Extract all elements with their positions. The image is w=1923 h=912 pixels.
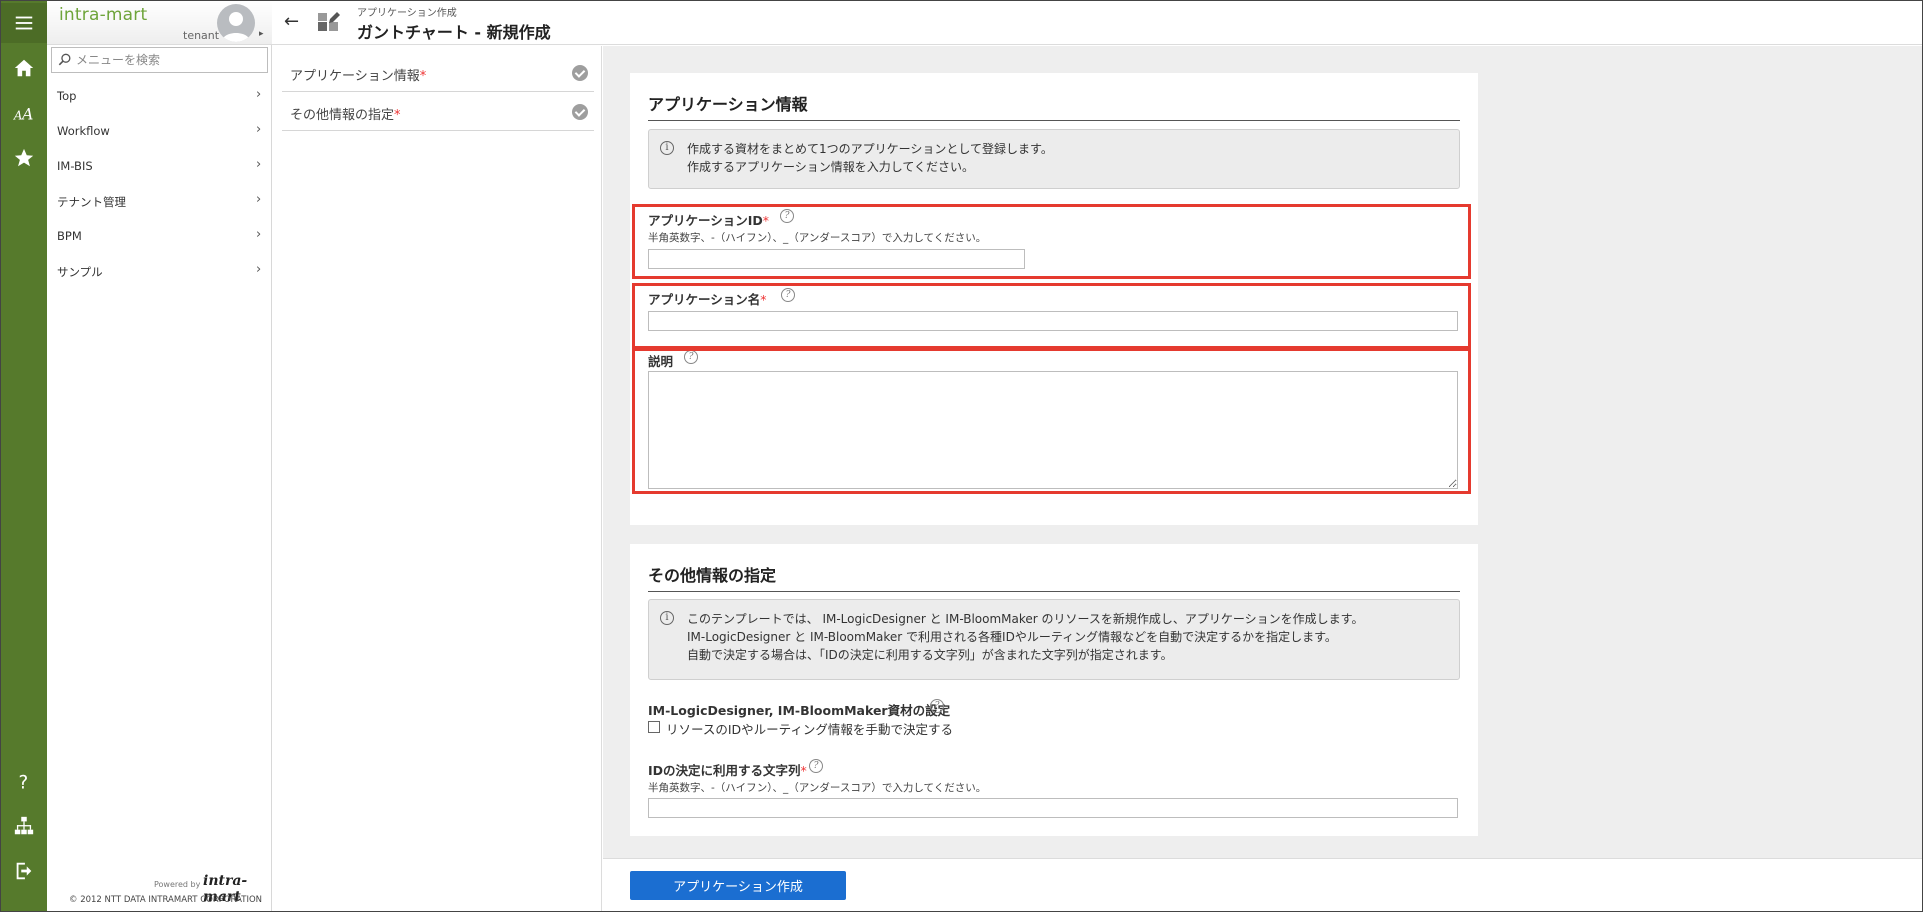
app-id-label: アプリケーションID*: [648, 213, 770, 228]
step-app-info[interactable]: アプリケーション情報*: [282, 54, 594, 92]
action-footer: アプリケーション作成: [603, 858, 1922, 911]
step-other-info[interactable]: その他情報の指定*: [282, 93, 594, 131]
help-icon[interactable]: ?: [930, 699, 944, 713]
star-icon[interactable]: [1, 138, 47, 178]
chevron-right-icon: ›: [256, 227, 262, 242]
step-label: その他情報の指定*: [290, 108, 401, 123]
brand-bar: intra-mart tenant ▸: [47, 1, 272, 45]
avatar[interactable]: [217, 4, 255, 42]
description-label: 説明: [648, 354, 674, 369]
resource-settings-label: IM-LogicDesigner, IM-BloomMaker資材の設定: [648, 703, 951, 718]
menu-item-label: Workflow: [57, 124, 110, 138]
menu-item-label: サンプル: [57, 265, 103, 279]
step-label: アプリケーション情報*: [290, 69, 427, 84]
other-info-card: その他情報の指定 i このテンプレートでは、 IM-LogicDesigner …: [630, 544, 1478, 836]
section-title: その他情報の指定: [648, 562, 1460, 592]
menu-icon[interactable]: [1, 3, 47, 43]
info-icon: i: [660, 611, 674, 625]
menu-sidebar: intra-mart tenant ▸ Top › Workflow › IM-…: [47, 1, 272, 911]
svg-text:A: A: [20, 105, 33, 123]
create-application-button[interactable]: アプリケーション作成: [630, 871, 846, 900]
menu-search: [51, 47, 268, 73]
info-box: i 作成する資材をまとめて1つのアプリケーションとして登録します。 作成するアプ…: [648, 129, 1460, 189]
help-icon[interactable]: ?: [1, 761, 47, 801]
back-arrow-icon[interactable]: ←: [284, 11, 299, 32]
help-icon[interactable]: ?: [781, 288, 795, 302]
menu-item-im-bis[interactable]: IM-BIS ›: [47, 149, 272, 183]
id-string-hint: 半角英数字、-（ハイフン）、_（アンダースコア）で入力してください。: [648, 782, 987, 794]
app-name-label: アプリケーション名*: [648, 292, 767, 307]
logout-icon[interactable]: [1, 851, 47, 891]
page-header: ← アプリケーション作成 ガントチャート - 新規作成: [272, 1, 1922, 45]
section-title: アプリケーション情報: [648, 91, 1460, 121]
help-icon[interactable]: ?: [684, 350, 698, 364]
page-title: ガントチャート - 新規作成: [357, 23, 551, 42]
id-string-label: IDの決定に利用する文字列*: [648, 763, 807, 778]
brand-logo: intra-mart: [59, 5, 148, 25]
menu-item-label: テナント管理: [57, 195, 126, 209]
help-icon[interactable]: ?: [780, 209, 794, 223]
menu-search-input[interactable]: [76, 50, 261, 70]
app-builder-icon: [318, 12, 340, 31]
menu-item-label: BPM: [57, 229, 82, 243]
powered-by-label: Powered by: [154, 880, 201, 889]
svg-text:A: A: [13, 108, 23, 122]
main-content: アプリケーション情報 i 作成する資材をまとめて1つのアプリケーションとして登録…: [603, 46, 1922, 858]
description-textarea[interactable]: [648, 371, 1458, 489]
menu-item-label: Top: [57, 89, 77, 103]
info-box: i このテンプレートでは、 IM-LogicDesigner と IM-Bloo…: [648, 599, 1460, 680]
app-frame: AA ? intra-mart tenant ▸ Top: [0, 0, 1923, 912]
app-info-card: アプリケーション情報 i 作成する資材をまとめて1つのアプリケーションとして登録…: [630, 73, 1478, 525]
check-circle-icon: [572, 104, 588, 120]
user-menu-caret-icon[interactable]: ▸: [259, 29, 264, 39]
menu-item-top[interactable]: Top ›: [47, 79, 272, 113]
app-id-input[interactable]: [648, 249, 1025, 269]
menu-item-bpm[interactable]: BPM ›: [47, 219, 272, 253]
chevron-right-icon: ›: [256, 122, 262, 137]
menu-item-tenant-admin[interactable]: テナント管理 ›: [47, 184, 272, 218]
chevron-right-icon: ›: [256, 192, 262, 207]
info-text: 作成する資材をまとめて1つのアプリケーションとして登録します。 作成するアプリケ…: [687, 142, 1053, 174]
copyright-text: © 2012 NTT DATA INTRAMART CORPORATION: [69, 895, 263, 905]
svg-text:?: ?: [19, 772, 29, 792]
breadcrumb: アプリケーション作成: [357, 8, 457, 19]
chevron-right-icon: ›: [256, 157, 262, 172]
font-size-icon[interactable]: AA: [1, 93, 47, 133]
menu-item-sample[interactable]: サンプル ›: [47, 254, 272, 288]
manual-id-checkbox[interactable]: [648, 721, 660, 733]
app-name-input[interactable]: [648, 311, 1458, 331]
manual-id-checkbox-label[interactable]: リソースのIDやルーティング情報を手動で決定する: [666, 719, 953, 738]
app-id-hint: 半角英数字、-（ハイフン）、_（アンダースコア）で入力してください。: [648, 232, 987, 244]
id-string-input[interactable]: [648, 798, 1458, 818]
chevron-right-icon: ›: [256, 87, 262, 102]
check-circle-icon: [572, 65, 588, 81]
info-icon: i: [660, 141, 674, 155]
menu-item-label: IM-BIS: [57, 159, 93, 173]
tenant-label: tenant: [183, 29, 220, 42]
sitemap-icon[interactable]: [1, 806, 47, 846]
home-icon[interactable]: [1, 48, 47, 88]
chevron-right-icon: ›: [256, 262, 262, 277]
help-icon[interactable]: ?: [809, 759, 823, 773]
step-list: アプリケーション情報* その他情報の指定*: [272, 46, 602, 911]
info-text: このテンプレートでは、 IM-LogicDesigner と IM-BloomM…: [687, 612, 1364, 662]
search-icon: [58, 53, 71, 66]
menu-item-workflow[interactable]: Workflow ›: [47, 114, 272, 148]
icon-rail: AA ?: [1, 1, 47, 911]
